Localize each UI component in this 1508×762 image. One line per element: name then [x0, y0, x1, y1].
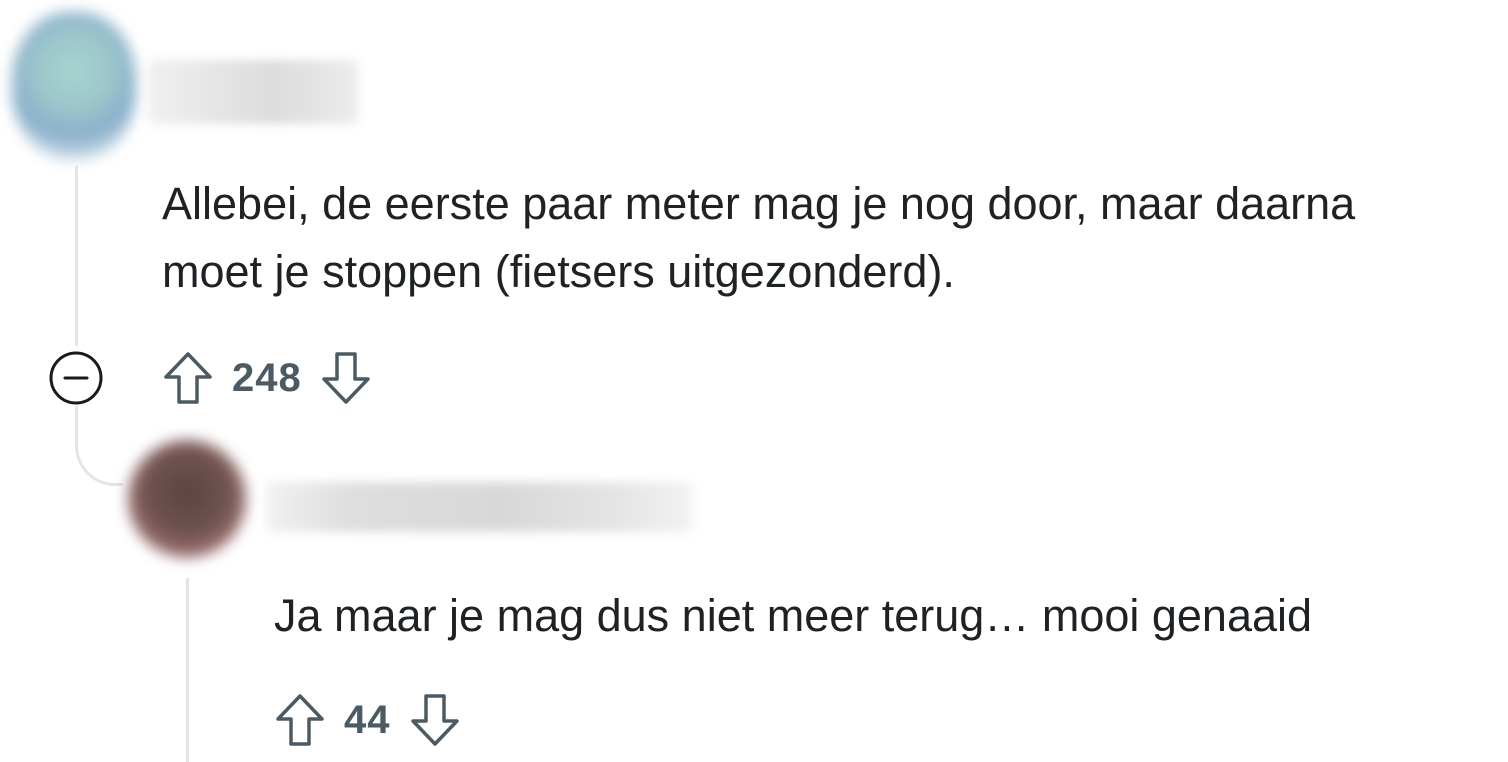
username[interactable] — [266, 482, 692, 532]
minus-circle-icon — [49, 351, 103, 405]
arrow-down-outline-icon — [322, 352, 370, 404]
downvote-button[interactable] — [407, 690, 463, 750]
vote-bar: 248 — [160, 346, 374, 410]
username[interactable] — [148, 60, 358, 124]
comment-text-line: Allebei, de eerste paar meter mag je nog… — [162, 178, 1356, 229]
vote-bar: 44 — [272, 688, 463, 752]
collapse-button[interactable] — [48, 350, 104, 406]
upvote-button[interactable] — [272, 690, 328, 750]
downvote-button[interactable] — [318, 348, 374, 408]
arrow-up-outline-icon — [276, 694, 324, 746]
thread-line[interactable] — [186, 578, 189, 762]
thread-line[interactable] — [75, 166, 78, 346]
thread-connector — [75, 406, 123, 486]
user-avatar[interactable] — [12, 12, 136, 160]
vote-score: 248 — [232, 355, 302, 400]
comment-thread: Allebei, de eerste paar meter mag je nog… — [0, 0, 1508, 762]
comment-body: Allebei, de eerste paar meter mag je nog… — [162, 170, 1508, 306]
user-avatar[interactable] — [128, 440, 246, 558]
arrow-up-outline-icon — [164, 352, 212, 404]
upvote-button[interactable] — [160, 348, 216, 408]
comment-body: Ja maar je mag dus niet meer terug… mooi… — [274, 590, 1313, 641]
vote-score: 44 — [344, 697, 391, 742]
arrow-down-outline-icon — [410, 694, 459, 746]
comment-text-line: moet je stoppen (fietsers uitgezonderd). — [162, 246, 955, 297]
